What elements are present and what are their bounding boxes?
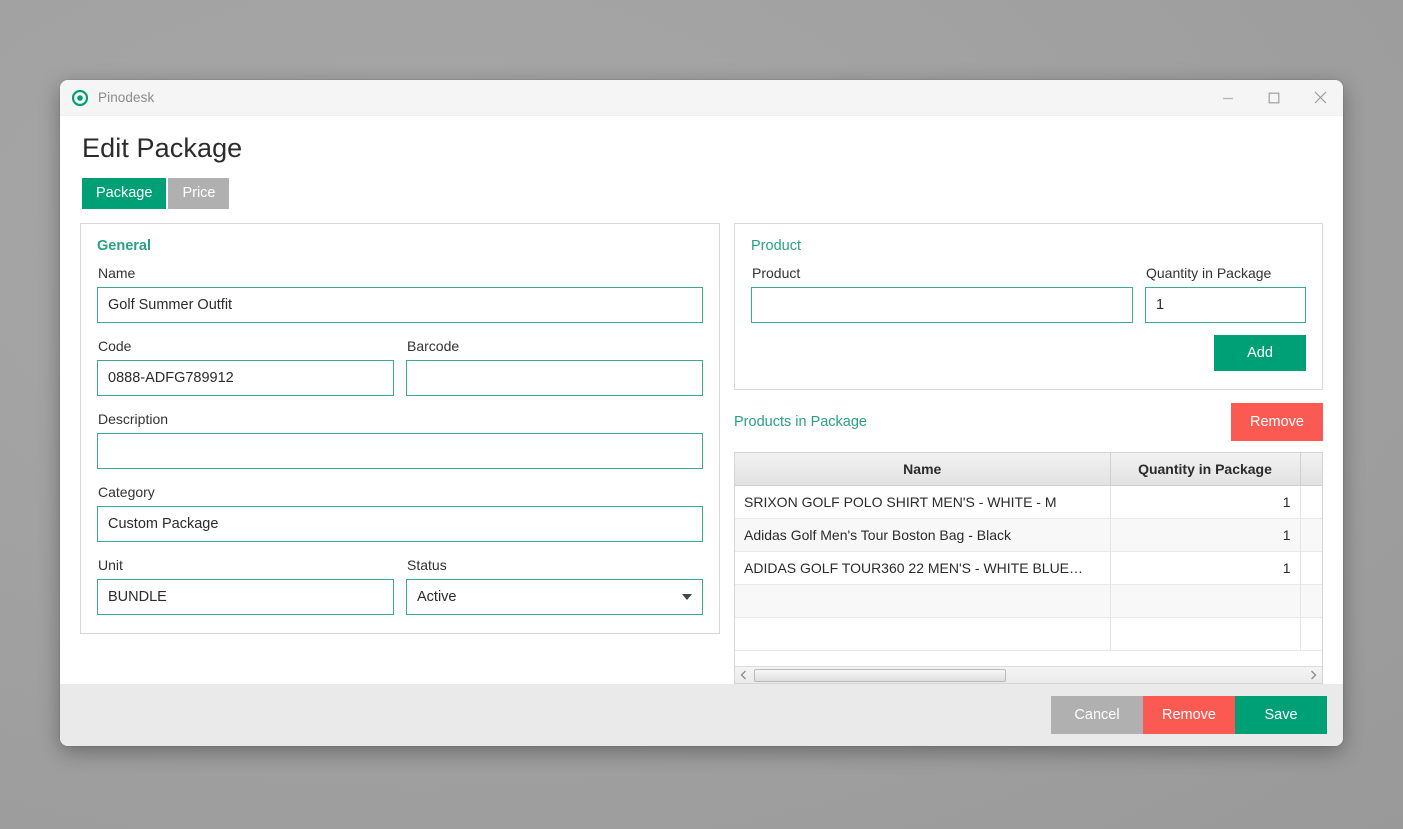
minimize-button[interactable]: [1205, 80, 1251, 116]
status-label: Status: [407, 557, 703, 573]
barcode-field: Barcode: [406, 338, 703, 396]
column-header-name[interactable]: Name: [735, 453, 1110, 486]
tab-price[interactable]: Price: [168, 178, 229, 209]
pinodesk-target-icon: [72, 90, 88, 106]
table-body: SRIXON GOLF POLO SHIRT MEN'S - WHITE - M…: [735, 486, 1322, 651]
unit-field: Unit: [97, 557, 394, 615]
code-input[interactable]: [97, 360, 394, 396]
left-column: General Name Code Barcode: [80, 223, 720, 684]
table-row[interactable]: [735, 585, 1322, 618]
products-table: Name Quantity in Package Cu SRIXON GOLF …: [735, 453, 1322, 652]
category-input[interactable]: [97, 506, 703, 542]
minimize-icon: [1222, 92, 1234, 104]
maximize-icon: [1268, 92, 1280, 104]
product-group: Product Product Quantity in Package Add: [734, 223, 1323, 390]
cell-cu: [1300, 486, 1322, 519]
close-icon: [1314, 91, 1327, 104]
quantity-input[interactable]: [1145, 287, 1306, 323]
cell-name: Adidas Golf Men's Tour Boston Bag - Blac…: [735, 519, 1110, 552]
product-field: Product: [751, 265, 1133, 323]
cell-qty: 1: [1110, 552, 1300, 585]
code-barcode-row: Code Barcode: [97, 338, 703, 396]
code-field: Code: [97, 338, 394, 396]
name-label: Name: [98, 265, 703, 281]
maximize-button[interactable]: [1251, 80, 1297, 116]
cell-cu: [1300, 618, 1322, 651]
chevron-right-icon[interactable]: [1305, 667, 1322, 684]
products-table-wrapper: Name Quantity in Package Cu SRIXON GOLF …: [734, 452, 1323, 684]
dialog-footer: Cancel Remove Save: [60, 684, 1343, 746]
product-legend: Product: [751, 238, 1306, 254]
products-table-viewport: Name Quantity in Package Cu SRIXON GOLF …: [735, 453, 1322, 666]
horizontal-scrollbar[interactable]: [735, 666, 1322, 683]
cell-qty: 1: [1110, 519, 1300, 552]
description-field: Description: [97, 411, 703, 469]
description-input[interactable]: [97, 433, 703, 469]
tab-bar: Package Price: [82, 178, 1323, 209]
chevron-left-icon[interactable]: [735, 667, 752, 684]
category-label: Category: [98, 484, 703, 500]
right-column: Product Product Quantity in Package Add: [734, 223, 1323, 684]
add-button[interactable]: Add: [1214, 335, 1306, 371]
product-label: Product: [752, 265, 1133, 281]
close-button[interactable]: [1297, 80, 1343, 116]
form-columns: General Name Code Barcode: [80, 223, 1323, 684]
products-in-package-label: Products in Package: [734, 414, 867, 430]
name-input[interactable]: [97, 287, 703, 323]
cell-qty: 1: [1110, 486, 1300, 519]
dialog-content: Edit Package Package Price General Name …: [60, 116, 1343, 684]
quantity-field: Quantity in Package: [1145, 265, 1306, 323]
general-legend: General: [97, 238, 703, 254]
code-label: Code: [98, 338, 394, 354]
unit-input[interactable]: [97, 579, 394, 615]
quantity-label: Quantity in Package: [1146, 265, 1306, 281]
add-button-row: Add: [751, 335, 1306, 371]
title-bar: Pinodesk: [60, 80, 1343, 116]
category-field: Category: [97, 484, 703, 542]
status-select[interactable]: [406, 579, 703, 615]
table-head: Name Quantity in Package Cu: [735, 453, 1322, 486]
product-qty-row: Product Quantity in Package: [751, 265, 1306, 323]
cell-name: SRIXON GOLF POLO SHIRT MEN'S - WHITE - M: [735, 486, 1110, 519]
cell-cu: [1300, 585, 1322, 618]
cell-cu: [1300, 552, 1322, 585]
cell-name: ADIDAS GOLF TOUR360 22 MEN'S - WHITE BLU…: [735, 552, 1110, 585]
column-header-cu[interactable]: Cu: [1300, 453, 1322, 486]
cancel-button[interactable]: Cancel: [1051, 696, 1143, 734]
scrollbar-track[interactable]: [752, 667, 1305, 684]
scrollbar-thumb[interactable]: [754, 669, 1006, 682]
cell-qty: [1110, 618, 1300, 651]
general-group: General Name Code Barcode: [80, 223, 720, 634]
table-row[interactable]: Adidas Golf Men's Tour Boston Bag - Blac…: [735, 519, 1322, 552]
unit-status-row: Unit Status: [97, 557, 703, 615]
description-label: Description: [98, 411, 703, 427]
product-input[interactable]: [751, 287, 1133, 323]
table-header-row: Name Quantity in Package Cu: [735, 453, 1322, 486]
table-row[interactable]: ADIDAS GOLF TOUR360 22 MEN'S - WHITE BLU…: [735, 552, 1322, 585]
table-row[interactable]: [735, 618, 1322, 651]
unit-label: Unit: [98, 557, 394, 573]
column-header-quantity[interactable]: Quantity in Package: [1110, 453, 1300, 486]
barcode-input[interactable]: [406, 360, 703, 396]
save-button[interactable]: Save: [1235, 696, 1327, 734]
page-title: Edit Package: [82, 134, 1323, 164]
cell-name: [735, 618, 1110, 651]
footer-remove-button[interactable]: Remove: [1143, 696, 1235, 734]
tab-package[interactable]: Package: [82, 178, 166, 209]
app-title: Pinodesk: [98, 90, 154, 105]
status-field: Status: [406, 557, 703, 615]
cell-name: [735, 585, 1110, 618]
cell-cu: [1300, 519, 1322, 552]
products-in-package-bar: Products in Package Remove: [734, 403, 1323, 441]
remove-product-button[interactable]: Remove: [1231, 403, 1323, 441]
application-window: Pinodesk Edit Package Package Price: [60, 80, 1343, 746]
cell-qty: [1110, 585, 1300, 618]
barcode-label: Barcode: [407, 338, 703, 354]
table-row[interactable]: SRIXON GOLF POLO SHIRT MEN'S - WHITE - M…: [735, 486, 1322, 519]
status-value[interactable]: [406, 579, 703, 615]
